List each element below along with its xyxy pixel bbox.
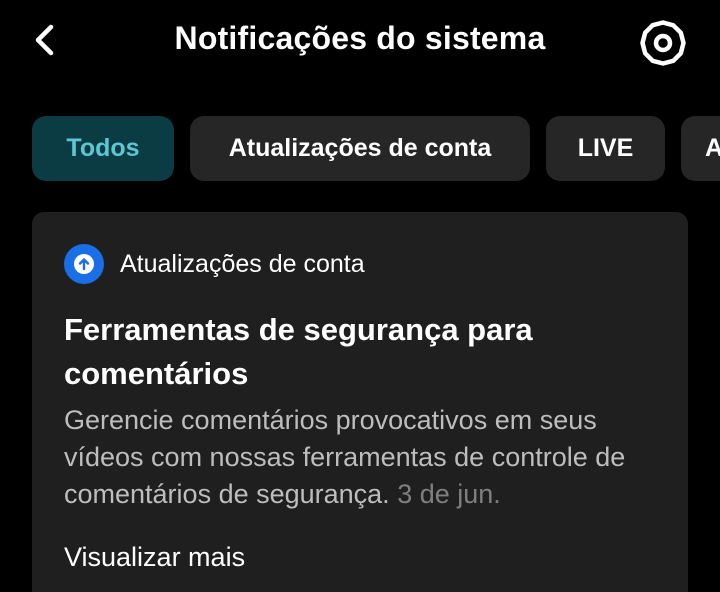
arrow-up-circle-icon [74, 254, 94, 274]
filter-tabs: Todos Atualizações de conta LIVE A [32, 116, 720, 181]
notification-body: Gerencie comentários provocativos em seu… [64, 405, 626, 509]
page-title: Notificações do sistema [174, 20, 546, 56]
tab-partial[interactable]: A [681, 116, 720, 181]
category-label: Atualizações de conta [120, 249, 365, 278]
category-badge [64, 244, 104, 284]
tab-account-updates[interactable]: Atualizações de conta [190, 116, 530, 181]
header: Notificações do sistema [0, 0, 720, 84]
notification-card[interactable]: Atualizações de conta Ferramentas de seg… [32, 212, 688, 592]
tab-label: LIVE [577, 134, 634, 162]
gear-icon [640, 20, 686, 66]
tab-live[interactable]: LIVE [546, 116, 665, 181]
notification-title: Ferramentas de segurança para comentário… [64, 312, 533, 391]
system-notifications-screen: Notificações do sistema Todos Atualizaçõ… [0, 0, 720, 592]
tab-label: A [705, 134, 720, 162]
tab-label: Todos [66, 134, 140, 162]
notification-date: 3 de jun. [397, 479, 501, 509]
view-more-link[interactable]: Visualizar mais [64, 542, 245, 573]
tab-todos[interactable]: Todos [32, 116, 174, 181]
notification-category: Atualizações de conta [64, 244, 365, 284]
settings-button[interactable] [636, 16, 690, 70]
tab-label: Atualizações de conta [228, 134, 492, 162]
notification-body-wrapper: Gerencie comentários provocativos em seu… [64, 402, 664, 513]
